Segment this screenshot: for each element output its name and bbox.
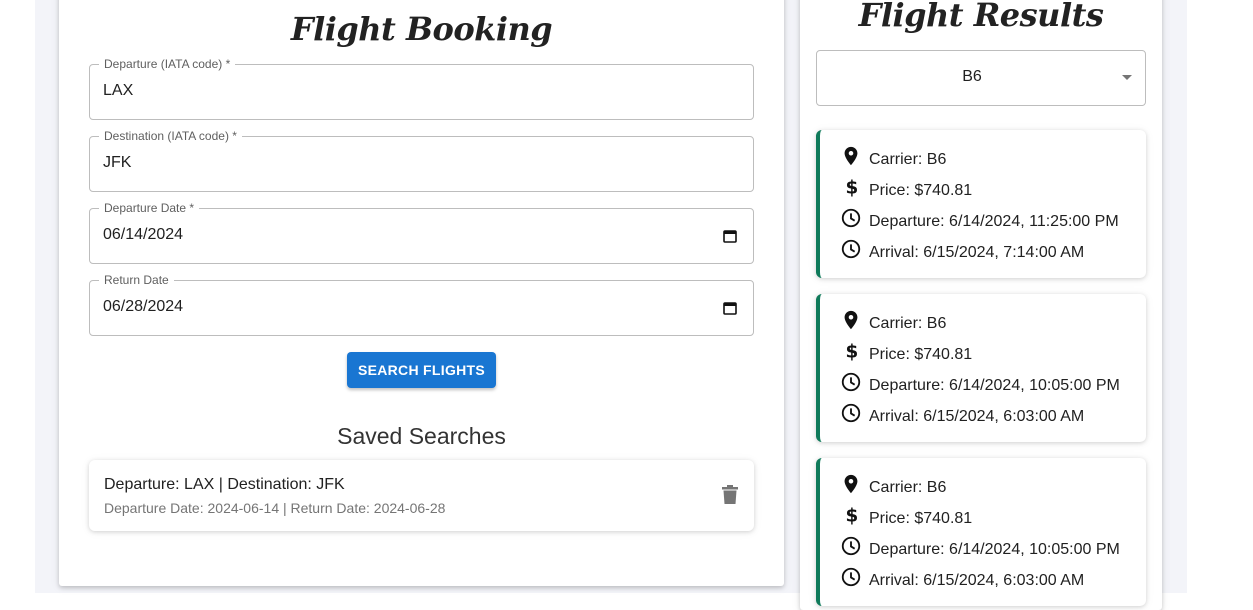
- svg-text:$: $: [846, 177, 859, 198]
- flight-carrier: Carrier: B6: [869, 479, 947, 496]
- clock-icon: [841, 536, 861, 556]
- flight-departure: Departure: 6/14/2024, 10:05:00 PM: [869, 541, 1120, 558]
- flight-price: Price: $740.81: [869, 510, 973, 527]
- saved-search-item[interactable]: Departure: LAX | Destination: JFK Depart…: [89, 460, 754, 531]
- trash-icon[interactable]: [722, 485, 738, 504]
- carrier-filter-select[interactable]: B6: [816, 50, 1146, 106]
- carrier-row: Carrier: B6: [840, 472, 946, 496]
- search-flights-button[interactable]: SEARCH FLIGHTS: [347, 352, 496, 388]
- location-pin-icon: [844, 474, 858, 494]
- departure-row: Departure: 6/14/2024, 10:05:00 PM: [840, 534, 1120, 558]
- flight-result-card[interactable]: Carrier: B6 $ Price: $740.81 Departure: …: [816, 294, 1146, 442]
- booking-title: Flight Booking: [290, 10, 553, 48]
- price-row: $ Price: $740.81: [840, 339, 973, 363]
- return-date-input[interactable]: Return Date 06/28/2024: [89, 273, 754, 336]
- price-row: $ Price: $740.81: [840, 503, 973, 527]
- results-title: Flight Results: [858, 0, 1104, 34]
- flight-result-card[interactable]: Carrier: B6 $ Price: $740.81 Departure: …: [816, 130, 1146, 278]
- destination-input[interactable]: Destination (IATA code) * JFK: [89, 129, 754, 192]
- departure-date-label: Departure Date *: [99, 201, 200, 215]
- dollar-icon: $: [846, 341, 859, 362]
- flight-result-card[interactable]: Carrier: B6 $ Price: $740.81 Departure: …: [816, 458, 1146, 606]
- carrier-row: Carrier: B6: [840, 144, 946, 168]
- price-row: $ Price: $740.81: [840, 175, 973, 199]
- flight-departure: Departure: 6/14/2024, 11:25:00 PM: [869, 213, 1119, 230]
- clock-icon: [841, 239, 861, 259]
- destination-label: Destination (IATA code) *: [99, 129, 242, 143]
- saved-search-secondary: Departure Date: 2024-06-14 | Return Date…: [104, 500, 446, 516]
- departure-label: Departure (IATA code) *: [99, 57, 236, 71]
- clock-icon: [841, 403, 861, 423]
- destination-value: JFK: [103, 154, 132, 171]
- arrival-row: Arrival: 6/15/2024, 6:03:00 AM: [840, 401, 1084, 425]
- departure-row: Departure: 6/14/2024, 10:05:00 PM: [840, 370, 1120, 394]
- calendar-icon[interactable]: [723, 301, 737, 315]
- departure-row: Departure: 6/14/2024, 11:25:00 PM: [840, 206, 1119, 230]
- flight-carrier: Carrier: B6: [869, 315, 947, 332]
- flight-arrival: Arrival: 6/15/2024, 7:14:00 AM: [869, 244, 1085, 261]
- return-date-value: 06/28/2024: [103, 298, 184, 315]
- flight-arrival: Arrival: 6/15/2024, 6:03:00 AM: [869, 408, 1085, 425]
- carrier-row: Carrier: B6: [840, 308, 946, 332]
- flight-departure: Departure: 6/14/2024, 10:05:00 PM: [869, 377, 1120, 394]
- svg-text:$: $: [846, 341, 859, 362]
- departure-value: LAX: [103, 82, 134, 99]
- saved-searches-heading: Saved Searches: [337, 423, 506, 449]
- flight-price: Price: $740.81: [869, 346, 973, 363]
- flight-arrival: Arrival: 6/15/2024, 6:03:00 AM: [869, 572, 1085, 589]
- dollar-icon: $: [846, 505, 859, 526]
- arrival-row: Arrival: 6/15/2024, 6:03:00 AM: [840, 565, 1084, 589]
- arrival-row: Arrival: 6/15/2024, 7:14:00 AM: [840, 237, 1084, 261]
- booking-card: Flight Booking Departure (IATA code) * L…: [59, 0, 784, 586]
- dollar-icon: $: [846, 177, 859, 198]
- flight-carrier: Carrier: B6: [869, 151, 947, 168]
- clock-icon: [841, 372, 861, 392]
- location-pin-icon: [844, 310, 858, 330]
- carrier-filter-value: B6: [962, 68, 982, 85]
- svg-text:$: $: [846, 505, 859, 526]
- clock-icon: [841, 567, 861, 587]
- departure-date-input[interactable]: Departure Date * 06/14/2024: [89, 201, 754, 264]
- flight-price: Price: $740.81: [869, 182, 973, 199]
- return-date-label: Return Date: [99, 273, 174, 287]
- clock-icon: [841, 208, 861, 228]
- calendar-icon[interactable]: [723, 229, 737, 243]
- saved-search-primary: Departure: LAX | Destination: JFK: [104, 476, 345, 493]
- departure-date-value: 06/14/2024: [103, 226, 184, 243]
- departure-input[interactable]: Departure (IATA code) * LAX: [89, 57, 754, 120]
- location-pin-icon: [844, 146, 858, 166]
- results-card: Flight Results B6 Carrier: B6 $ Price: $…: [800, 0, 1162, 610]
- dropdown-arrow-icon: [1122, 75, 1132, 80]
